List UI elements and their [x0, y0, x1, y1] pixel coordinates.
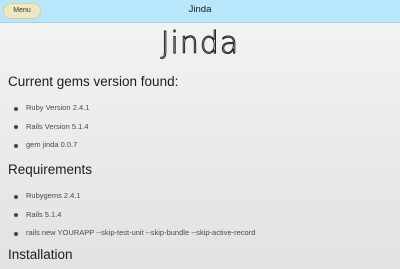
window-title: Jinda [188, 4, 212, 15]
bullet-icon [14, 106, 18, 111]
list-item: Rails Version 5.1.4 [14, 118, 89, 137]
bullet-icon [14, 125, 18, 129]
installation-heading: Installation [8, 247, 73, 262]
list-item: Rails 5.1.4 [14, 206, 255, 225]
list-item: Ruby Version 2.4.1 [14, 99, 89, 118]
list-item: gem jinda 0.0.7 [14, 136, 89, 155]
list-item-label: Rails Version 5.1.4 [26, 121, 89, 131]
current-gems-list: Ruby Version 2.4.1 Rails Version 5.1.4 g… [14, 99, 89, 155]
bullet-icon [14, 194, 18, 199]
list-item-label: gem jinda 0.0.7 [26, 140, 78, 149]
current-gems-heading: Current gems version found: [8, 74, 179, 89]
bullet-icon [14, 143, 18, 148]
top-bar: Menu Jinda [0, 0, 400, 23]
list-item: rails new YOURAPP --skip-test-unit --ski… [14, 224, 255, 243]
bullet-icon [14, 231, 18, 236]
list-item-label: Ruby Version 2.4.1 [26, 103, 90, 112]
bullet-icon [14, 213, 18, 217]
requirements-list: Rubygems 2.4.1 Rails 5.1.4 rails new YOU… [14, 187, 255, 243]
requirements-heading: Requirements [8, 162, 93, 177]
list-item-label: rails new YOURAPP --skip-test-unit --ski… [26, 228, 256, 237]
list-item-label: Rubygems 2.4.1 [26, 191, 81, 200]
app-window: Menu Jinda Jinda Current gems version fo… [0, 0, 400, 269]
site-logo: Jinda [160, 26, 240, 62]
list-item: Rubygems 2.4.1 [14, 187, 255, 206]
list-item-label: Rails 5.1.4 [26, 209, 62, 219]
